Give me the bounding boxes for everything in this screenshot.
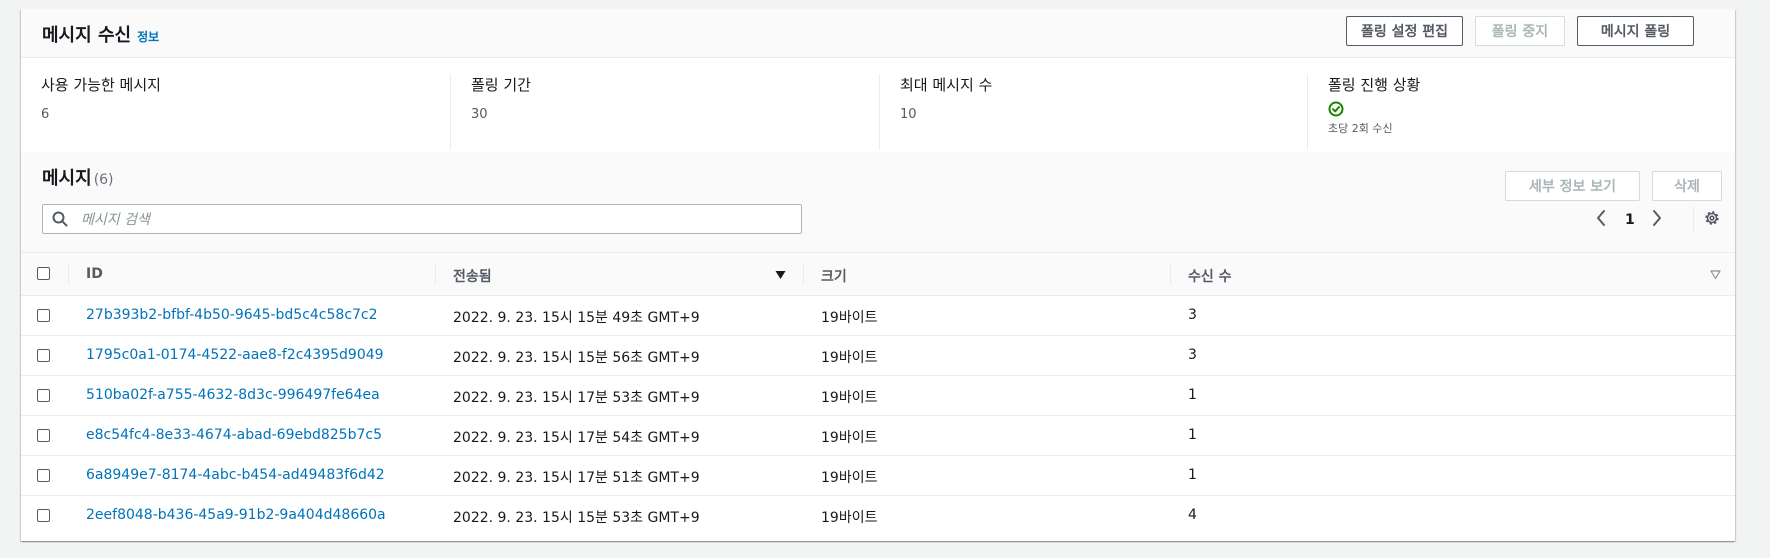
table-row[interactable]: 6a8949e7-8174-4abc-b454-ad49483f6d42 202… bbox=[21, 456, 1735, 496]
check-circle-icon bbox=[1328, 101, 1344, 117]
column-header-size[interactable]: 크기 bbox=[821, 266, 847, 286]
sent-cell: 2022. 9. 23. 15시 15분 53초 GMT+9 bbox=[453, 510, 700, 526]
stat-polling-duration: 폴링 기간 30 bbox=[450, 74, 879, 150]
message-id-link[interactable]: 1795c0a1-0174-4522-aae8-f2c4395d9049 bbox=[86, 347, 384, 363]
search-box[interactable] bbox=[42, 204, 802, 234]
column-separator bbox=[803, 263, 804, 285]
sent-cell: 2022. 9. 23. 15시 17분 54초 GMT+9 bbox=[453, 430, 700, 446]
messages-title-text: 메시지 bbox=[42, 168, 92, 189]
receive-count-cell: 3 bbox=[1188, 347, 1197, 363]
row-checkbox[interactable] bbox=[37, 389, 50, 402]
stat-value: 10 bbox=[900, 107, 917, 122]
table-row[interactable]: 2eef8048-b436-45a9-91b2-9a404d48660a 202… bbox=[21, 496, 1735, 536]
select-all-checkbox[interactable] bbox=[37, 267, 50, 280]
view-details-button[interactable]: 세부 정보 보기 bbox=[1505, 171, 1640, 201]
message-id-link[interactable]: 27b393b2-bfbf-4b50-9645-bd5c4c58c7c2 bbox=[86, 307, 378, 323]
toolbar-separator bbox=[1693, 207, 1694, 232]
stat-label: 사용 가능한 메시지 bbox=[41, 76, 161, 94]
stat-subtext: 초당 2회 수신 bbox=[1328, 122, 1393, 135]
stat-label: 최대 메시지 수 bbox=[900, 76, 993, 94]
stat-label: 폴링 기간 bbox=[471, 76, 531, 94]
row-checkbox[interactable] bbox=[37, 349, 50, 362]
size-cell: 19바이트 bbox=[821, 470, 878, 486]
message-id-link[interactable]: 510ba02f-a755-4632-8d3c-996497fe64ea bbox=[86, 387, 380, 403]
message-id-link[interactable]: 2eef8048-b436-45a9-91b2-9a404d48660a bbox=[86, 507, 386, 523]
edit-polling-settings-button[interactable]: 폴링 설정 편집 bbox=[1346, 16, 1463, 46]
table-row[interactable]: 1795c0a1-0174-4522-aae8-f2c4395d9049 202… bbox=[21, 336, 1735, 376]
receive-header: 메시지 수신 정보 폴링 설정 편집 폴링 중지 메시지 폴링 bbox=[21, 9, 1735, 58]
polling-stats: 사용 가능한 메시지 6 폴링 기간 30 최대 메시지 수 10 폴링 진행 … bbox=[21, 58, 1735, 161]
chevron-left-icon[interactable] bbox=[1595, 209, 1607, 227]
row-checkbox[interactable] bbox=[37, 429, 50, 442]
stat-value: 30 bbox=[471, 107, 488, 122]
column-separator bbox=[435, 263, 436, 285]
sent-cell: 2022. 9. 23. 15시 15분 49초 GMT+9 bbox=[453, 310, 700, 326]
stat-max-messages: 최대 메시지 수 10 bbox=[879, 74, 1307, 150]
table-row[interactable]: 510ba02f-a755-4632-8d3c-996497fe64ea 202… bbox=[21, 376, 1735, 416]
poll-messages-button[interactable]: 메시지 폴링 bbox=[1577, 16, 1694, 46]
search-icon bbox=[52, 211, 68, 227]
sort-indicator-icon[interactable] bbox=[1710, 270, 1721, 280]
size-cell: 19바이트 bbox=[821, 390, 878, 406]
sort-descending-icon[interactable] bbox=[775, 270, 786, 280]
delete-button[interactable]: 삭제 bbox=[1652, 171, 1722, 201]
size-cell: 19바이트 bbox=[821, 430, 878, 446]
stat-polling-progress: 폴링 진행 상황 초당 2회 수신 bbox=[1307, 74, 1735, 150]
sent-cell: 2022. 9. 23. 15시 17분 53초 GMT+9 bbox=[453, 390, 700, 406]
row-checkbox[interactable] bbox=[37, 469, 50, 482]
table-header: ID 전송됨 크기 수신 수 bbox=[21, 252, 1735, 296]
receive-messages-panel: 메시지 수신 정보 폴링 설정 편집 폴링 중지 메시지 폴링 사용 가능한 메시… bbox=[21, 9, 1735, 541]
current-page[interactable]: 1 bbox=[1625, 212, 1635, 228]
size-cell: 19바이트 bbox=[821, 310, 878, 326]
receive-count-cell: 3 bbox=[1188, 307, 1197, 323]
messages-toolbar: 메시지(6) 세부 정보 보기 삭제 1 bbox=[21, 152, 1735, 252]
receive-title-text: 메시지 수신 bbox=[42, 25, 132, 46]
stat-label: 폴링 진행 상황 bbox=[1328, 76, 1421, 94]
column-header-sent[interactable]: 전송됨 bbox=[453, 266, 492, 286]
stat-value: 6 bbox=[41, 107, 50, 122]
message-id-link[interactable]: e8c54fc4-8e33-4674-abad-69ebd825b7c5 bbox=[86, 427, 382, 443]
column-separator bbox=[1170, 263, 1171, 285]
search-input[interactable] bbox=[79, 207, 783, 233]
sent-cell: 2022. 9. 23. 15시 15분 56초 GMT+9 bbox=[453, 350, 700, 366]
receive-count-cell: 4 bbox=[1188, 507, 1197, 523]
receive-count-cell: 1 bbox=[1188, 467, 1197, 483]
receive-title: 메시지 수신 정보 bbox=[42, 21, 159, 47]
messages-count: (6) bbox=[93, 172, 114, 188]
row-checkbox[interactable] bbox=[37, 509, 50, 522]
sent-cell: 2022. 9. 23. 15시 17분 51초 GMT+9 bbox=[453, 470, 700, 486]
row-checkbox[interactable] bbox=[37, 309, 50, 322]
messages-title: 메시지 (6) bbox=[42, 164, 114, 190]
message-id-link[interactable]: 6a8949e7-8174-4abc-b454-ad49483f6d42 bbox=[86, 467, 385, 483]
stat-available-messages: 사용 가능한 메시지 6 bbox=[21, 74, 450, 150]
table-row[interactable]: 27b393b2-bfbf-4b50-9645-bd5c4c58c7c2 202… bbox=[21, 296, 1735, 336]
receive-count-cell: 1 bbox=[1188, 387, 1197, 403]
stop-polling-button[interactable]: 폴링 중지 bbox=[1475, 16, 1565, 46]
size-cell: 19바이트 bbox=[821, 350, 878, 366]
column-separator bbox=[68, 263, 69, 285]
table-row[interactable]: e8c54fc4-8e33-4674-abad-69ebd825b7c5 202… bbox=[21, 416, 1735, 456]
column-header-receive-count[interactable]: 수신 수 bbox=[1188, 266, 1232, 286]
chevron-right-icon[interactable] bbox=[1651, 209, 1663, 227]
gear-icon[interactable] bbox=[1704, 210, 1720, 226]
info-link[interactable]: 정보 bbox=[137, 30, 159, 44]
receive-count-cell: 1 bbox=[1188, 427, 1197, 443]
column-header-id[interactable]: ID bbox=[86, 266, 103, 282]
size-cell: 19바이트 bbox=[821, 510, 878, 526]
